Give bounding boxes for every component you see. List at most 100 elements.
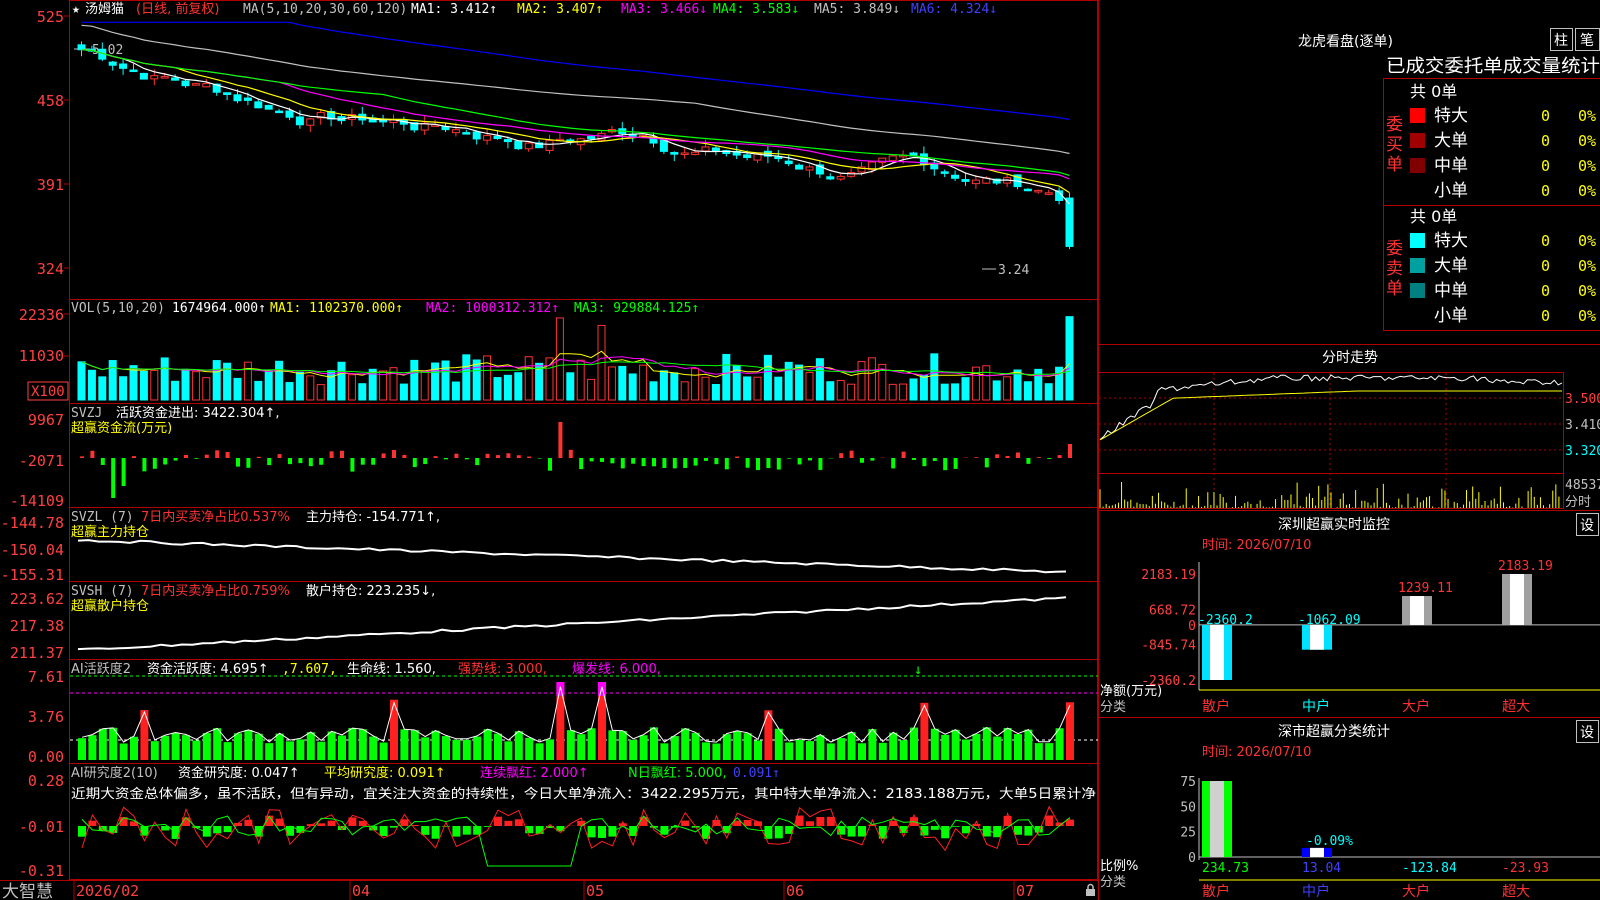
activity-bar [88,735,97,760]
stock-name[interactable]: 汤姆猫 [85,2,124,17]
svsh-sub: 超赢散户持仓 [71,598,149,614]
bi-button[interactable]: 笔 [1575,28,1600,51]
sz-category-label: 大户 [1402,698,1430,715]
lock-icon[interactable] [1086,883,1095,897]
vol-header: VOL(5,10,20) 1674964.000↑ MA1: 1102370.0… [71,301,699,316]
activity-bar [764,710,773,760]
activity-bar [587,728,596,760]
flow-bar [246,458,251,468]
candle-body [493,135,502,140]
flow-bar [693,458,698,466]
candle-body [275,110,284,114]
flow-bar [163,458,168,465]
activity-bar [327,731,336,760]
intraday-axis: 3.500 3.410 3.320 48537 分时 [1565,392,1600,510]
flow-bar [412,458,417,468]
flow-bar [891,458,896,469]
candle-body [1065,197,1074,247]
activity-bar [130,736,138,760]
volume-bar [212,360,221,401]
sell-total: 共 0单 [1410,207,1457,226]
sz-net-bar-chart[interactable]: 2183.19668.720-845.74-2360.2-2360.2散户-10… [1141,559,1600,715]
svzj-line2: 超赢资金流(万元) [71,420,172,436]
flow-bar [839,453,844,458]
volume-bar [701,376,710,401]
buy-color-swatch [1410,108,1425,123]
volume-bar [607,366,616,401]
research-bar [618,823,627,826]
volume-bar [670,372,679,401]
sz-bar-value: 1239.11 [1398,581,1453,596]
ma3-value: MA3: 3.466↓ [621,2,707,17]
retail-holding-chart[interactable] [77,596,1067,651]
ai-active-value: 资金活跃度: 4.695↑ [147,661,269,677]
candle-body [940,171,949,174]
flow-bar [485,453,490,458]
research-bar [317,823,326,826]
candlestick-chart[interactable] [77,21,1074,250]
volume-bar [857,361,866,401]
sz-class-bar-chart[interactable]: 75 50 25 0 234.73 散户 -0.09% 13.04 中户 -123.84 大户 -23… [1180,775,1600,900]
arrow-down-icon: ↓ [914,662,922,678]
candle-body [160,76,169,79]
activity-bar [795,739,804,760]
activity-bar [275,733,284,760]
ma-line [81,21,1070,120]
star-icon[interactable]: ★ [72,2,80,17]
volume-bar [587,378,596,401]
sz-monitor-settings-button[interactable]: 设 [1576,513,1599,536]
research-cont: 连续飘红: 2.000↑ [480,765,589,781]
flow-bar [319,458,324,465]
x-tick: 07 [1016,882,1034,900]
flow-bar [683,458,688,468]
volume-bar [815,358,824,401]
candle-body [150,75,159,80]
intraday-chart[interactable] [1099,373,1563,508]
activity-bar [421,737,430,760]
activity-bar [202,733,211,760]
flow-bar [90,450,95,458]
research-label: AI研究度2(10) [71,765,158,781]
flow-bar [808,458,812,461]
flow-bar [423,458,428,465]
activity-bar [577,734,586,760]
flow-bar [298,458,303,464]
main-holding-line [77,539,1067,574]
buy-side-label: 委买单 [1386,115,1403,175]
k-y-tick: 458 [37,92,64,110]
volume-bar [524,356,533,401]
vol-ma3: MA3: 929884.125↑ [574,301,699,316]
sz-class-settings-button[interactable]: 设 [1576,720,1599,743]
candle-body [285,110,294,118]
buy-color-swatch [1410,133,1425,148]
research-bar [858,826,866,837]
flow-bar [860,458,864,463]
activity-bar [504,741,513,760]
zhu-button[interactable]: 柱 [1550,28,1573,51]
research-bar [223,826,232,833]
volume-bar [576,359,585,401]
flow-bar [1036,457,1041,458]
research-bar [327,820,336,826]
svzl-y-tick: -155.31 [1,566,64,584]
high-mark: 5.02 [92,43,123,58]
fund-flow-chart[interactable] [80,422,1072,498]
candle-body [108,61,117,66]
research-bar [504,820,513,826]
bi-button-label: 笔 [1580,33,1594,49]
sell-row-count: 0 [1541,232,1550,250]
candle-body [805,166,814,171]
period-label: (日线, 前复权) [136,1,219,17]
research-bar [483,826,492,827]
svg-text:委: 委 [1386,115,1403,135]
research-chart[interactable] [78,805,1074,867]
buy-row-count: 0 [1541,182,1550,200]
research-bar [951,826,960,827]
volume-chart[interactable] [77,316,1074,401]
main-holding-chart[interactable] [77,539,1067,574]
volume-bar [462,354,471,401]
activity-bar [546,739,554,760]
flow-bar [735,456,740,458]
buy-row-count: 0 [1541,157,1550,175]
ma5-value: MA5: 3.849↓ [814,2,900,17]
